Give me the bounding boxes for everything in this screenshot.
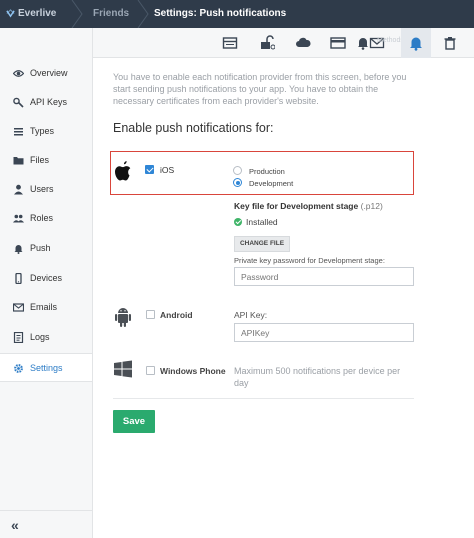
- apple-icon: [113, 160, 133, 182]
- section-toolbar: Methods Custom: [93, 28, 474, 58]
- sidebar-item-label: Emails: [30, 302, 58, 312]
- divider: [113, 398, 414, 399]
- list-icon: [13, 126, 24, 137]
- sidebar-footer: «: [0, 510, 92, 538]
- sidebar-item-emails[interactable]: Emails: [0, 293, 92, 322]
- sidebar-item-push[interactable]: Push: [0, 234, 92, 263]
- windows-phone-label: Windows Phone: [160, 366, 226, 376]
- sidebar-item-api-keys[interactable]: API Keys: [0, 88, 92, 117]
- windows-icon: [113, 358, 133, 380]
- keyfile-title: Key file for Development stage (.p12): [234, 201, 383, 211]
- installed-text: Installed: [246, 217, 278, 227]
- everlive-logo-icon: [6, 9, 15, 18]
- installed-status: Installed: [234, 217, 278, 227]
- sidebar-item-label: Types: [30, 126, 55, 136]
- sidebar-item-label: Devices: [30, 273, 63, 283]
- keyfile-title-text: Key file for Development stage: [234, 201, 359, 211]
- folder-icon: [13, 155, 24, 166]
- gear-icon: [13, 363, 24, 374]
- development-radio[interactable]: [233, 178, 242, 187]
- api-key-input[interactable]: [234, 323, 414, 342]
- password-label: Private key password for Development sta…: [234, 256, 385, 265]
- main-content: You have to enable each notification pro…: [93, 58, 474, 538]
- user-icon: [13, 184, 24, 195]
- users-icon: [13, 213, 24, 224]
- tab-push-active[interactable]: [401, 28, 431, 58]
- bell-active-icon: [408, 35, 424, 51]
- sidebar-item-roles[interactable]: Roles: [0, 204, 92, 233]
- breadcrumb-page: Settings: Push notifications: [154, 8, 287, 19]
- page-heading: Enable push notifications for:: [113, 121, 274, 135]
- api-key-label: API Key:: [234, 310, 268, 320]
- password-input[interactable]: [234, 267, 414, 286]
- envelope-icon: [13, 302, 24, 313]
- log-icon: [13, 332, 24, 343]
- sidebar-item-label: Roles: [30, 213, 54, 223]
- cloud-icon[interactable]: [295, 35, 311, 51]
- sidebar-item-label: Users: [30, 184, 54, 194]
- sidebar-item-devices[interactable]: Devices: [0, 264, 92, 293]
- table-icon[interactable]: [222, 35, 238, 51]
- sidebar: Overview API Keys Types Files Users Role…: [0, 28, 93, 538]
- sidebar-item-users[interactable]: Users: [0, 175, 92, 204]
- collapse-sidebar-icon[interactable]: «: [11, 517, 19, 533]
- sidebar-item-label: API Keys: [30, 97, 68, 107]
- breadcrumb-section[interactable]: Friends: [93, 0, 129, 28]
- sidebar-item-logs[interactable]: Logs: [0, 323, 92, 352]
- mobile-icon: [13, 273, 24, 284]
- change-file-button[interactable]: CHANGE FILE: [234, 236, 290, 252]
- ios-checkbox[interactable]: [145, 165, 154, 174]
- sidebar-item-label: Logs: [30, 332, 50, 342]
- sidebar-item-types[interactable]: Types: [0, 117, 92, 146]
- android-label: Android: [160, 310, 193, 320]
- android-checkbox[interactable]: [146, 310, 155, 319]
- bell-icon: [13, 243, 24, 254]
- android-icon: [113, 306, 133, 328]
- production-radio[interactable]: [233, 166, 242, 175]
- intro-text: You have to enable each notification pro…: [113, 72, 407, 106]
- sidebar-item-label: Settings: [30, 363, 63, 373]
- windows-phone-checkbox[interactable]: [146, 366, 155, 375]
- development-label: Development: [249, 179, 294, 188]
- breadcrumb-app[interactable]: Everlive: [18, 0, 56, 28]
- windows-phone-note: Maximum 500 notifications per device per…: [234, 366, 401, 388]
- save-button[interactable]: Save: [113, 410, 155, 433]
- sidebar-item-label: Files: [30, 155, 50, 165]
- ios-label: iOS: [160, 165, 175, 175]
- sidebar-item-label: Push: [30, 243, 51, 253]
- top-breadcrumb-bar: Everlive Friends Settings: Push notifica…: [0, 0, 474, 28]
- production-label: Production: [249, 167, 285, 176]
- keyfile-ext: (.p12): [360, 201, 383, 211]
- check-circle-icon: [234, 218, 242, 226]
- trash-icon[interactable]: [442, 35, 458, 51]
- eye-icon: [13, 68, 24, 79]
- sidebar-item-settings[interactable]: Settings: [0, 353, 92, 382]
- key-icon: [13, 97, 24, 108]
- sidebar-item-label: Overview: [30, 68, 68, 78]
- sidebar-item-overview[interactable]: Overview: [0, 59, 92, 88]
- card-icon[interactable]: [330, 35, 346, 51]
- lock-icon[interactable]: [259, 35, 275, 51]
- sidebar-item-files[interactable]: Files: [0, 146, 92, 175]
- breadcrumb-separator-icon: [137, 0, 149, 28]
- breadcrumb-separator-icon: [71, 0, 83, 28]
